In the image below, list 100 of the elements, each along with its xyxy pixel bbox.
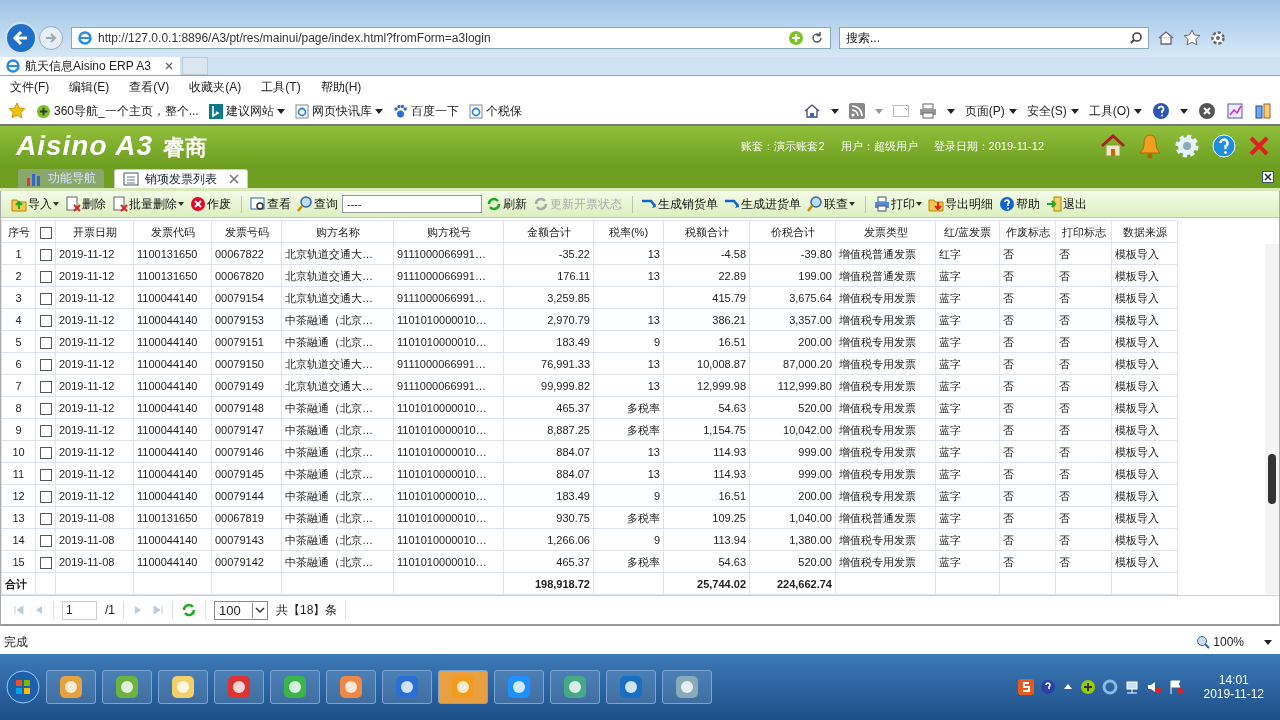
taskbar-button[interactable] xyxy=(102,670,152,704)
toolbar-button[interactable]: 导入 xyxy=(9,195,61,213)
caret-icon[interactable] xyxy=(1180,108,1188,114)
start-button[interactable] xyxy=(6,670,40,704)
column-header[interactable]: 开票日期 xyxy=(55,220,134,243)
row-checkbox[interactable] xyxy=(39,490,52,503)
home-icon[interactable] xyxy=(1100,134,1126,158)
row-checkbox[interactable] xyxy=(39,248,52,261)
command-menu[interactable]: 工具(O) xyxy=(1088,102,1142,120)
caret-icon[interactable] xyxy=(946,108,955,114)
column-header[interactable]: 序号 xyxy=(1,220,36,243)
search-field[interactable]: 搜索... xyxy=(839,26,1149,49)
column-header[interactable]: 发票号码 xyxy=(211,220,282,243)
toolbar-button[interactable]: 生成进货单 xyxy=(722,195,803,213)
caret-icon[interactable] xyxy=(830,108,839,114)
sync-icon[interactable] xyxy=(1101,679,1118,695)
star-icon[interactable] xyxy=(1183,28,1201,47)
row-checkbox[interactable] xyxy=(39,556,52,569)
row-checkbox[interactable] xyxy=(39,424,52,437)
row-checkbox[interactable] xyxy=(39,402,52,415)
add-icon[interactable] xyxy=(1079,679,1096,695)
column-header[interactable]: 发票代码 xyxy=(133,220,212,243)
column-header[interactable]: 发票类型 xyxy=(835,220,936,243)
favorite-link[interactable]: 360导航_一个主页，整个... xyxy=(36,102,199,120)
taskbar-button[interactable] xyxy=(494,670,544,704)
row-checkbox[interactable] xyxy=(39,512,52,525)
row-checkbox[interactable] xyxy=(39,534,52,547)
row-checkbox[interactable] xyxy=(39,314,52,327)
column-header[interactable]: 购方名称 xyxy=(281,220,394,243)
row-checkbox[interactable] xyxy=(39,446,52,459)
feed-icon[interactable] xyxy=(848,103,865,119)
toolbar-button[interactable]: 退出 xyxy=(1044,195,1089,213)
menu-item[interactable]: 帮助(H) xyxy=(320,78,362,96)
toolbar-button[interactable]: 联查 xyxy=(805,195,857,213)
row-checkbox[interactable] xyxy=(39,292,52,305)
menu-item[interactable]: 编辑(E) xyxy=(69,78,110,96)
volume-muted-icon[interactable] xyxy=(1145,679,1162,695)
input-method-icon[interactable] xyxy=(1017,679,1034,695)
toolbar-button[interactable]: 帮助 xyxy=(997,195,1042,213)
refresh-icon[interactable] xyxy=(181,602,197,618)
page-size-select[interactable]: 100 xyxy=(214,600,268,620)
menu-item[interactable]: 文件(F) xyxy=(10,78,50,96)
settings-icon[interactable] xyxy=(1174,133,1200,159)
help-icon[interactable] xyxy=(1212,134,1236,158)
close-icon[interactable] xyxy=(1198,102,1216,120)
home-icon[interactable] xyxy=(802,102,821,120)
taskbar-button[interactable] xyxy=(158,670,208,704)
menu-item[interactable]: 收藏夹(A) xyxy=(189,78,242,96)
taskbar-button[interactable] xyxy=(46,670,96,704)
row-checkbox[interactable] xyxy=(39,270,52,283)
taskbar-button[interactable] xyxy=(606,670,656,704)
toolbar-button[interactable]: 查询 xyxy=(295,195,340,213)
column-header[interactable]: 购方税号 xyxy=(393,220,504,243)
favorite-link[interactable]: 建议网站 xyxy=(208,102,285,120)
toolbar-button[interactable]: 导出明细 xyxy=(926,195,995,213)
taskbar-button[interactable] xyxy=(550,670,600,704)
help-icon[interactable] xyxy=(1039,679,1056,695)
close-icon[interactable] xyxy=(164,61,174,71)
close-icon[interactable] xyxy=(1262,171,1274,183)
app-tab[interactable]: 销项发票列表 xyxy=(114,169,248,188)
back-button[interactable] xyxy=(5,21,37,54)
refresh-icon[interactable] xyxy=(810,30,824,45)
favorite-link[interactable]: 百度一下 xyxy=(392,102,459,120)
favorite-link[interactable]: 个税保 xyxy=(468,102,522,120)
caret-icon[interactable] xyxy=(1264,639,1272,645)
toolbar-button[interactable]: 打印 xyxy=(865,195,924,213)
menu-item[interactable]: 工具(T) xyxy=(261,78,301,96)
toolbar-button[interactable]: 作废 xyxy=(188,195,233,213)
toolbar-button[interactable]: 查看 xyxy=(241,195,293,213)
taskbar-button[interactable] xyxy=(214,670,264,704)
taskbar-button[interactable] xyxy=(662,670,712,704)
toolbar-button[interactable]: 删除 xyxy=(63,195,108,213)
column-header[interactable]: 作废标志 xyxy=(999,220,1056,243)
toolbar-button[interactable]: 刷新 xyxy=(484,195,529,213)
network-icon[interactable] xyxy=(1123,679,1140,695)
favorite-link[interactable]: 网页快讯库 xyxy=(294,102,383,120)
query-field[interactable]: ---- xyxy=(342,195,482,213)
command-menu[interactable]: 页面(P) xyxy=(964,102,1017,120)
column-header[interactable]: 价税合计 xyxy=(749,220,836,243)
row-checkbox[interactable] xyxy=(39,358,52,371)
favorites-star-icon[interactable] xyxy=(8,102,26,120)
taskbar-button[interactable] xyxy=(326,670,376,704)
taskbar-button[interactable] xyxy=(382,670,432,704)
scrollbar[interactable] xyxy=(1265,244,1279,594)
search-icon[interactable] xyxy=(1129,30,1143,45)
settings-icon[interactable] xyxy=(1209,28,1227,47)
page-field[interactable]: 1 xyxy=(62,600,97,620)
chart-icon[interactable] xyxy=(1226,102,1244,120)
row-checkbox[interactable] xyxy=(39,380,52,393)
toolbar-button[interactable]: 生成销货单 xyxy=(632,195,720,213)
print-icon[interactable] xyxy=(918,103,937,119)
column-header[interactable]: 税额合计 xyxy=(663,220,750,243)
tools-icon[interactable] xyxy=(1254,102,1272,120)
zoom-control[interactable]: 100% xyxy=(1196,635,1244,649)
column-header[interactable]: 红/蓝发票 xyxy=(935,220,1000,243)
browser-tab[interactable]: 航天信息Aisino ERP A3 xyxy=(0,57,180,75)
row-checkbox[interactable] xyxy=(39,336,52,349)
select-all-checkbox[interactable] xyxy=(39,226,52,239)
column-header[interactable]: 金额合计 xyxy=(503,220,594,243)
address-bar[interactable]: http://127.0.0.1:8896/A3/pt/res/mainui/page/index.html?fromForm=a3login xyxy=(71,26,831,49)
